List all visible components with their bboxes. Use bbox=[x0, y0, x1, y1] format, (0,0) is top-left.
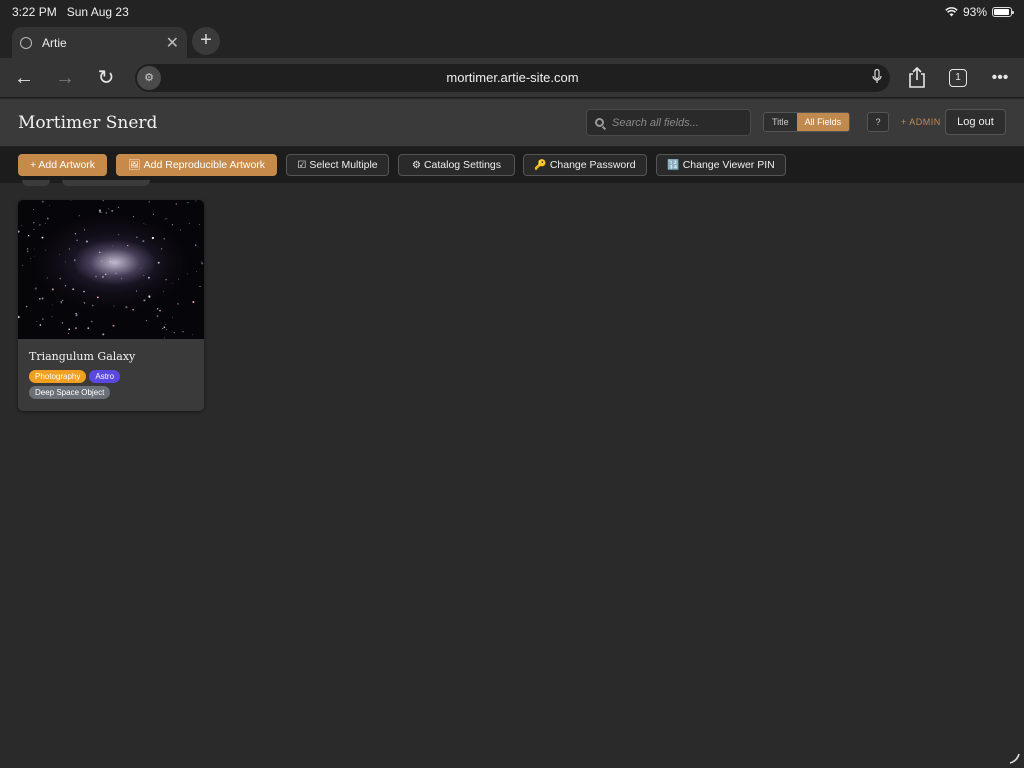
admin-link[interactable]: + ADMIN bbox=[901, 117, 941, 127]
wifi-icon bbox=[945, 7, 958, 17]
reload-button[interactable]: ↻ bbox=[94, 64, 118, 92]
catalog-settings-label: Catalog Settings bbox=[423, 159, 502, 171]
address-bar[interactable]: ⚙ mortimer.artie-site.com bbox=[135, 64, 890, 92]
change-password-button[interactable]: 🔑 Change Password bbox=[523, 154, 647, 176]
select-multiple-button[interactable]: ☑ Select Multiple bbox=[286, 154, 389, 176]
change-viewer-pin-button[interactable]: 🔢 Change Viewer PIN bbox=[656, 154, 786, 176]
search-mode-all-fields[interactable]: All Fields bbox=[796, 113, 850, 131]
status-right: 93% bbox=[945, 5, 1014, 19]
search-mode-toggle[interactable]: Title All Fields bbox=[763, 112, 851, 132]
url-text: mortimer.artie-site.com bbox=[446, 70, 579, 85]
gear-icon: ⚙ bbox=[411, 160, 421, 171]
select-multiple-label: Select Multiple bbox=[309, 159, 378, 171]
status-time: 3:22 PM Sun Aug 23 bbox=[12, 5, 129, 19]
hidden-filter-pill[interactable] bbox=[62, 180, 150, 186]
add-artwork-button[interactable]: + Add Artwork bbox=[18, 154, 107, 176]
artwork-thumbnail[interactable] bbox=[18, 200, 204, 339]
keypad-icon: 🔢 bbox=[667, 160, 680, 171]
key-icon: 🔑 bbox=[534, 160, 547, 171]
forward-button[interactable]: → bbox=[53, 64, 77, 92]
add-artwork-label: + Add Artwork bbox=[29, 159, 96, 171]
add-reproducible-label: Add Reproducible Artwork bbox=[143, 159, 266, 171]
new-tab-button[interactable]: + bbox=[192, 27, 220, 55]
battery-icon bbox=[992, 7, 1014, 17]
app-header: Mortimer Snerd Title All Fields ? + ADMI… bbox=[0, 99, 1024, 147]
microphone-icon[interactable] bbox=[872, 69, 882, 85]
tag-badge[interactable]: Deep Space Object bbox=[29, 386, 111, 399]
resize-handle-icon bbox=[1009, 753, 1020, 764]
tab-title: Artie bbox=[42, 35, 67, 50]
search-input[interactable] bbox=[612, 116, 737, 129]
help-button[interactable]: ? bbox=[867, 112, 889, 132]
artwork-title: Triangulum Galaxy bbox=[29, 350, 136, 363]
globe-icon bbox=[20, 36, 32, 49]
artwork-tags: Photography Astro Deep Space Object bbox=[29, 370, 199, 399]
browser-tab[interactable]: Artie ✕ bbox=[12, 27, 187, 58]
back-button[interactable]: ← bbox=[12, 64, 36, 92]
action-bar: + Add Artwork 🖼 Add Reproducible Artwork … bbox=[0, 147, 1024, 183]
site-brand[interactable]: Mortimer Snerd bbox=[18, 113, 157, 133]
search-icon bbox=[595, 118, 604, 127]
browser-toolbar: ← → ↻ ⚙ mortimer.artie-site.com 1 ••• bbox=[0, 58, 1024, 98]
status-bar: 3:22 PM Sun Aug 23 93% bbox=[0, 0, 1024, 24]
change-viewer-pin-label: Change Viewer PIN bbox=[682, 159, 775, 171]
share-icon[interactable] bbox=[908, 67, 926, 89]
hidden-filter-pill[interactable] bbox=[22, 180, 50, 186]
battery-percent: 93% bbox=[962, 5, 987, 19]
catalog-settings-button[interactable]: ⚙ Catalog Settings bbox=[398, 154, 515, 176]
logout-button[interactable]: Log out bbox=[945, 109, 1006, 135]
tab-strip: Artie ✕ + bbox=[0, 24, 1024, 58]
search-mode-title[interactable]: Title bbox=[764, 113, 797, 131]
tag-badge[interactable]: Photography bbox=[29, 370, 87, 383]
artwork-card[interactable]: Triangulum Galaxy Photography Astro Deep S… bbox=[18, 200, 204, 411]
close-tab-icon[interactable]: ✕ bbox=[166, 33, 179, 53]
framed-picture-icon: 🖼 bbox=[127, 160, 141, 171]
checkbox-icon: ☑ bbox=[297, 160, 307, 171]
tab-overview-button[interactable]: 1 bbox=[949, 69, 967, 87]
more-menu-icon[interactable]: ••• bbox=[988, 64, 1012, 92]
add-reproducible-artwork-button[interactable]: 🖼 Add Reproducible Artwork bbox=[116, 154, 277, 176]
galaxy-image bbox=[18, 200, 204, 339]
change-password-label: Change Password bbox=[549, 159, 636, 171]
search-box[interactable] bbox=[586, 109, 751, 136]
tag-badge[interactable]: Astro bbox=[89, 370, 121, 383]
